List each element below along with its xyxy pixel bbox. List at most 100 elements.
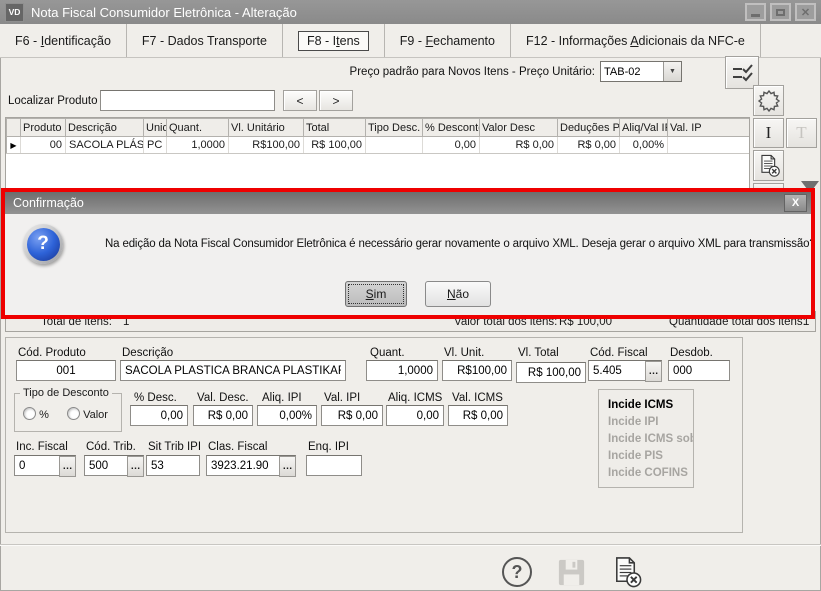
desdob-input[interactable] — [668, 360, 730, 381]
question-icon: ? — [23, 224, 63, 264]
tab-f12-informacoes-adicionais[interactable]: F12 - Informações Adicionais da NFC-e — [511, 24, 761, 57]
cancel-item-button[interactable] — [753, 150, 784, 181]
vl-unit-input[interactable] — [442, 360, 512, 381]
tab-f7-dados-transporte[interactable]: F7 - Dados Transporte — [127, 24, 283, 57]
cell-quant: 1,0000 — [167, 137, 229, 154]
locate-product-label: Localizar Produto — [8, 95, 98, 107]
close-button[interactable]: ✕ — [795, 3, 816, 21]
column-header-pct-desconto: % Desconto — [423, 119, 480, 137]
sit-trib-ipi-input[interactable] — [146, 455, 200, 476]
desdob-label: Desdob. — [670, 347, 713, 359]
price-table-value[interactable] — [601, 62, 663, 81]
cod-fiscal-label: Cód. Fiscal — [590, 347, 648, 359]
vd-logo-icon: VD — [5, 3, 24, 22]
cancel-document-button[interactable] — [610, 556, 643, 591]
cod-fiscal-lookup-button[interactable]: … — [645, 361, 662, 382]
column-header-val-ipi: Val. IP — [668, 119, 750, 137]
dialog-close-button[interactable]: X — [784, 194, 807, 212]
cell-aliq-val-ipi: 0,00% — [620, 137, 668, 154]
letter-t-icon: T — [796, 123, 806, 143]
minimize-button[interactable] — [745, 3, 766, 21]
radio-percent[interactable]: % — [23, 407, 49, 421]
help-icon: ? — [502, 557, 532, 587]
cell-descricao: SACOLA PLÁSTICA BRANCA PLASTIKARE 25X35 — [66, 137, 144, 154]
annotation-rectangle: Confirmação X ? Na edição da Nota Fiscal… — [1, 188, 815, 319]
val-desc-input[interactable] — [193, 405, 253, 426]
radio-valor[interactable]: Valor — [67, 407, 108, 421]
column-header-unid: Unid — [144, 119, 167, 137]
maximize-button[interactable] — [770, 3, 791, 21]
cell-total: R$ 100,00 — [304, 137, 366, 154]
val-icms-input[interactable] — [448, 405, 508, 426]
radio-percent-icon — [23, 407, 36, 420]
table-row[interactable]: ▶ 00 SACOLA PLÁSTICA BRANCA PLASTIKARE 2… — [7, 137, 750, 154]
column-header-descricao: Descrição — [66, 119, 144, 137]
tipo-desconto-group: Tipo de Desconto % Valor — [14, 393, 122, 432]
enq-ipi-input[interactable] — [306, 455, 362, 476]
incide-item-pis: Incide PIS — [608, 448, 693, 465]
clas-fiscal-lookup-button[interactable]: … — [279, 456, 296, 477]
next-item-button[interactable]: > — [319, 90, 353, 111]
checklist-icon — [731, 64, 753, 82]
column-header-deducoes: Deduções Pe — [558, 119, 620, 137]
val-ipi-input[interactable] — [321, 405, 383, 426]
vl-total-input[interactable] — [516, 362, 586, 383]
cell-unid: PC — [144, 137, 167, 154]
aliq-icms-label: Aliq. ICMS — [388, 392, 442, 404]
yes-button[interactable]: Sim — [345, 281, 407, 307]
aliq-ipi-input[interactable] — [257, 405, 317, 426]
cell-valor-desc: R$ 0,00 — [480, 137, 558, 154]
cell-vl-unitario: R$100,00 — [229, 137, 304, 154]
price-table-select[interactable]: ▼ — [600, 61, 682, 82]
minimize-icon — [751, 14, 760, 17]
t-toolbar-button[interactable]: T — [786, 118, 817, 148]
tab-f9-fechamento[interactable]: F9 - Fechamento — [385, 24, 511, 57]
help-button[interactable]: ? — [502, 557, 532, 587]
cod-trib-lookup-button[interactable]: … — [127, 456, 144, 477]
inc-fiscal-lookup-button[interactable]: … — [59, 456, 76, 477]
previous-item-button[interactable]: < — [283, 90, 317, 111]
inc-fiscal-label: Inc. Fiscal — [16, 441, 68, 453]
incide-item-cofins: Incide COFINS — [608, 465, 693, 482]
descricao-input[interactable] — [120, 360, 346, 381]
i-toolbar-button[interactable]: I — [753, 118, 784, 148]
document-cancel-icon — [757, 154, 781, 178]
maximize-icon — [776, 9, 785, 16]
confirmation-dialog: Confirmação X ? Na edição da Nota Fiscal… — [5, 192, 811, 315]
column-header-produto: Produto — [21, 119, 66, 137]
selector-column-header — [7, 119, 21, 137]
column-header-quant: Quant. — [167, 119, 229, 137]
val-icms-label: Val. ICMS — [452, 392, 503, 404]
cod-produto-label: Cód. Produto — [18, 347, 86, 359]
incide-item-ipi: Incide IPI — [608, 414, 693, 431]
tab-bar: F6 - Identificação F7 - Dados Transporte… — [0, 24, 821, 58]
quant-input[interactable] — [366, 360, 438, 381]
aliq-icms-input[interactable] — [386, 405, 444, 426]
app-window: VD Nota Fiscal Consumidor Eletrônica - A… — [0, 0, 821, 591]
items-table: Produto Descrição Unid Quant. Vl. Unitár… — [6, 118, 750, 154]
locate-product-input[interactable] — [100, 90, 275, 111]
pct-desc-input[interactable] — [130, 405, 188, 426]
window-titlebar: VD Nota Fiscal Consumidor Eletrônica - A… — [0, 0, 821, 24]
tab-f6-identificacao[interactable]: F6 - Identificação — [0, 24, 127, 57]
descricao-label: Descrição — [122, 347, 173, 359]
stamp-seal-icon — [757, 89, 781, 113]
quant-label: Quant. — [370, 347, 405, 359]
chevron-down-icon[interactable]: ▼ — [663, 62, 681, 81]
save-icon — [556, 557, 587, 588]
close-icon: ✕ — [801, 6, 810, 19]
enq-ipi-label: Enq. IPI — [308, 441, 349, 453]
cod-produto-input[interactable] — [16, 360, 116, 381]
aliq-ipi-label: Aliq. IPI — [262, 392, 302, 404]
cell-pct-desconto: 0,00 — [423, 137, 480, 154]
cell-produto: 00 — [21, 137, 66, 154]
clas-fiscal-label: Clas. Fiscal — [208, 441, 267, 453]
stamp-button[interactable] — [753, 85, 784, 116]
cancel-document-icon — [610, 556, 643, 589]
tab-f8-itens[interactable]: F8 - Itens — [283, 24, 385, 57]
val-desc-label: Val. Desc. — [197, 392, 249, 404]
row-selector-icon: ▶ — [10, 141, 16, 150]
no-button[interactable]: Não — [425, 281, 491, 307]
cell-deducoes: R$ 0,00 — [558, 137, 620, 154]
column-header-aliq-val-ipi: Aliq/Val IP — [620, 119, 668, 137]
